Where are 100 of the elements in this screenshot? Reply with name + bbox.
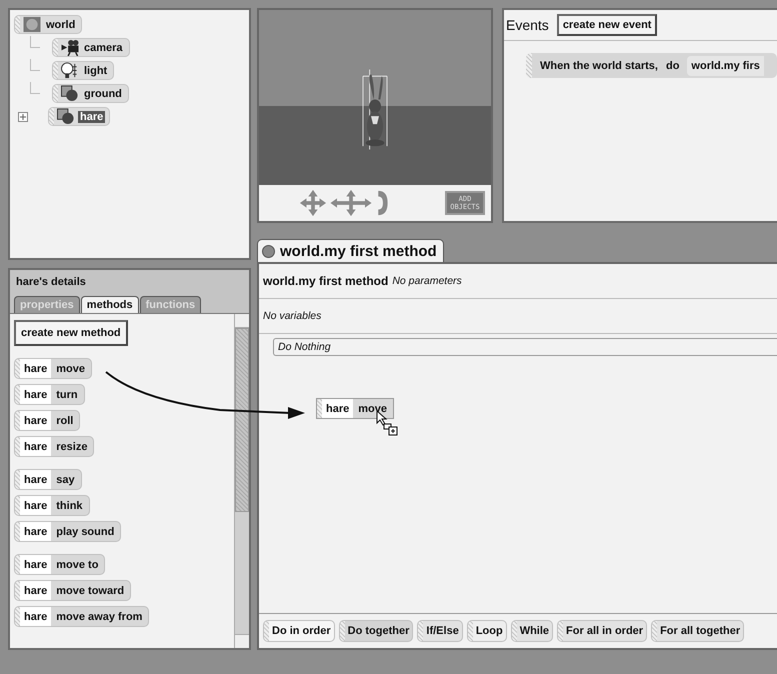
- drag-handle[interactable]: [15, 555, 20, 574]
- cube-sphere-icon: [60, 85, 80, 102]
- method-tile[interactable]: hare move to: [14, 554, 106, 575]
- event-tile[interactable]: When the world starts, do world.my firs: [526, 53, 777, 78]
- drag-handle[interactable]: [53, 85, 58, 102]
- statement-tile[interactable]: Do in order: [263, 620, 335, 642]
- statement-tile[interactable]: While: [510, 620, 554, 642]
- drag-handle[interactable]: [418, 621, 424, 641]
- object-name: hare: [20, 555, 52, 574]
- drag-handle[interactable]: [15, 385, 20, 404]
- statement-tile[interactable]: Loop: [466, 620, 507, 642]
- drag-handle[interactable]: [15, 411, 20, 430]
- drag-handle[interactable]: [512, 621, 517, 641]
- tree-item[interactable]: world: [14, 15, 82, 34]
- method-name: think: [55, 498, 84, 514]
- method-tile[interactable]: hare think: [14, 495, 90, 516]
- expand-icon[interactable]: [18, 112, 28, 122]
- statement-tile[interactable]: If/Else: [417, 620, 463, 642]
- drag-handle[interactable]: [317, 399, 322, 418]
- drag-handle[interactable]: [53, 39, 58, 56]
- method-tile[interactable]: hare move away from: [14, 606, 150, 627]
- do-nothing-label: Do Nothing: [278, 341, 331, 353]
- scroll-down-icon[interactable]: [235, 634, 249, 648]
- parameters-label: No parameters: [392, 275, 462, 287]
- method-tile[interactable]: hare play sound: [14, 521, 122, 542]
- create-method-button[interactable]: create new method: [14, 320, 128, 346]
- events-title: Events: [506, 17, 549, 33]
- drag-handle[interactable]: [526, 53, 532, 78]
- statement-label: Do together: [346, 624, 410, 639]
- statement-tile[interactable]: For all together: [651, 620, 744, 642]
- tree-item-label: world: [45, 18, 76, 30]
- method-tile[interactable]: hare move: [14, 358, 92, 379]
- tree-item-label: ground: [83, 88, 123, 100]
- drag-handle[interactable]: [468, 621, 473, 641]
- event-trigger: When the world starts,: [540, 60, 658, 72]
- statement-label: Loop: [474, 624, 504, 639]
- object-name: hare: [20, 359, 52, 378]
- statement-label: Do in order: [271, 624, 332, 639]
- drag-handle[interactable]: [15, 359, 20, 378]
- method-tile[interactable]: hare say: [14, 469, 82, 490]
- drag-handle[interactable]: [652, 621, 658, 641]
- object-name: hare: [20, 581, 52, 600]
- drag-handle[interactable]: [15, 16, 20, 33]
- move-arrows-icon[interactable]: [329, 189, 373, 217]
- scrollbar[interactable]: [234, 314, 249, 648]
- drag-handle[interactable]: [15, 470, 20, 489]
- method-tile[interactable]: hare move toward: [14, 580, 132, 601]
- statement-label: If/Else: [425, 624, 460, 639]
- tree-item[interactable]: ground: [52, 84, 129, 103]
- create-event-button[interactable]: create new event: [556, 14, 658, 36]
- event-do-label: do: [666, 60, 680, 72]
- method-name: say: [55, 472, 76, 488]
- statement-label: While: [518, 624, 550, 639]
- camera-icon: [60, 39, 80, 56]
- object-name: hare: [20, 411, 52, 430]
- drag-handle[interactable]: [558, 621, 564, 641]
- statement-label: For all together: [659, 624, 742, 639]
- cube-sphere-icon: [56, 108, 76, 125]
- move-arrows-icon[interactable]: [299, 189, 327, 217]
- method-tile[interactable]: hare turn: [14, 384, 85, 405]
- method-tab[interactable]: world.my first method: [257, 239, 444, 262]
- object-name: hare: [20, 385, 52, 404]
- tree-item[interactable]: camera: [52, 38, 130, 57]
- object-name: hare: [322, 399, 354, 418]
- method-name: resize: [55, 440, 88, 454]
- drag-handle[interactable]: [15, 496, 20, 515]
- variables-label: No variables: [263, 310, 322, 322]
- drag-handle[interactable]: [15, 437, 20, 456]
- drag-handle[interactable]: [264, 621, 269, 641]
- drag-handle[interactable]: [15, 607, 20, 626]
- method-name: move toward: [55, 584, 126, 598]
- tree-item-label: camera: [83, 42, 124, 54]
- globe-icon: [22, 16, 42, 33]
- method-name: world.my first method: [263, 274, 388, 288]
- scrollbar-thumb[interactable]: [235, 328, 249, 512]
- tab[interactable]: methods: [80, 296, 139, 313]
- drag-handle[interactable]: [15, 522, 20, 541]
- statement-tile[interactable]: Do together: [338, 620, 414, 642]
- method-tile[interactable]: world.my firs: [687, 56, 764, 76]
- drag-handle[interactable]: [15, 581, 20, 600]
- object-name: hare: [20, 522, 52, 541]
- statement-tile[interactable]: For all in order: [557, 620, 648, 642]
- object-name: hare: [20, 470, 52, 489]
- method-tab-label: world.my first method: [280, 243, 437, 260]
- method-name: move to: [55, 558, 100, 572]
- method-name: turn: [55, 388, 79, 402]
- tree-item-label: hare: [78, 110, 106, 122]
- method-name: roll: [55, 414, 74, 428]
- method-name: play sound: [55, 524, 116, 540]
- method-tile[interactable]: hare resize: [14, 436, 94, 457]
- method-tile[interactable]: hare roll: [14, 410, 80, 431]
- tree-item[interactable]: light: [52, 61, 114, 80]
- drag-handle[interactable]: [49, 108, 54, 125]
- drag-handle[interactable]: [340, 621, 345, 641]
- drag-handle[interactable]: [53, 62, 58, 79]
- tree-item[interactable]: hare: [48, 107, 110, 126]
- statement-label: For all in order: [565, 624, 644, 639]
- scroll-up-icon[interactable]: [235, 314, 249, 328]
- dragged-method-tile[interactable]: hare move: [316, 398, 394, 419]
- method-name: move: [357, 402, 388, 416]
